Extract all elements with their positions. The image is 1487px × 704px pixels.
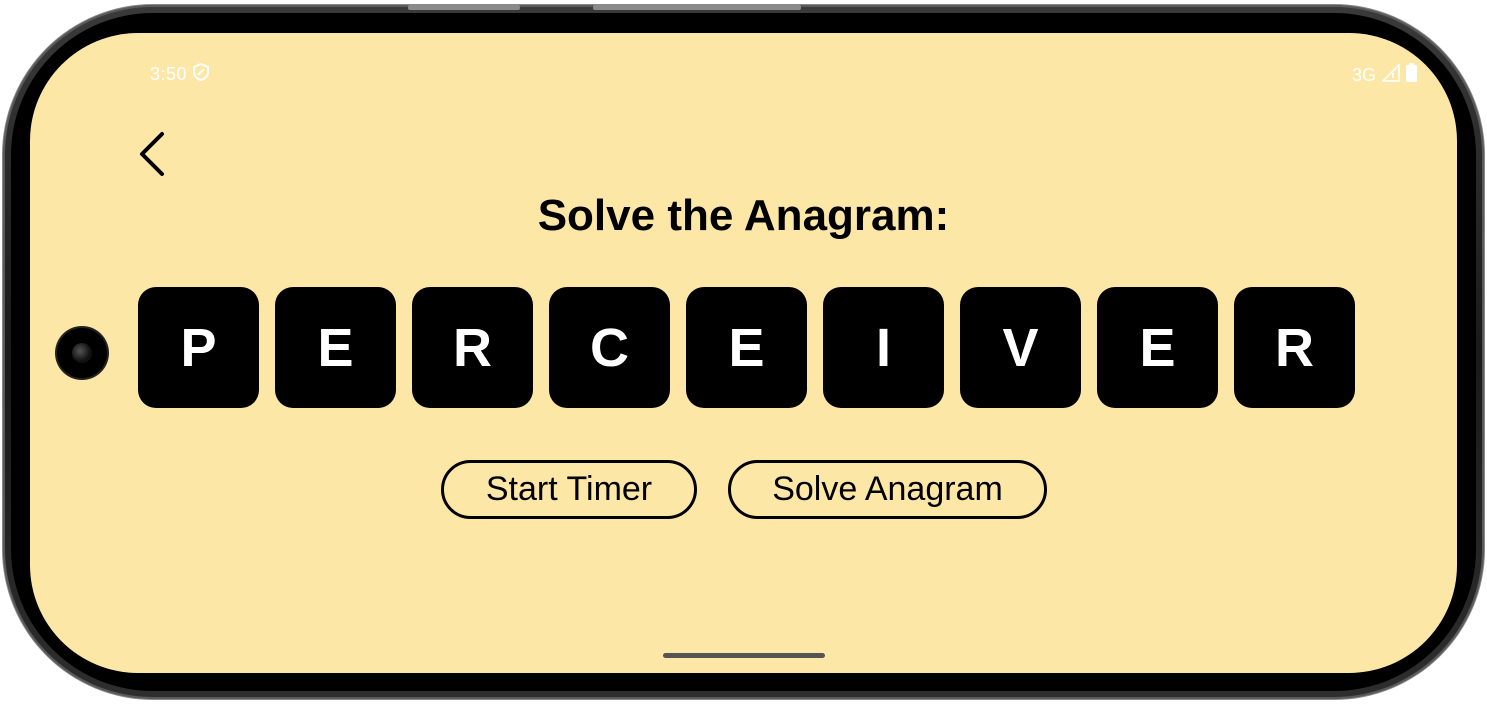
solve-anagram-button[interactable]: Solve Anagram [728, 460, 1047, 519]
home-indicator[interactable] [663, 653, 825, 658]
letter-tile: P [138, 287, 259, 408]
shield-icon [193, 62, 210, 86]
status-bar-right: 3G [1351, 62, 1417, 87]
start-timer-button[interactable]: Start Timer [441, 460, 697, 519]
letter-tile: R [1234, 287, 1355, 408]
letter-tile: E [275, 287, 396, 408]
app-screen: 3:50 3G Solve the Anagram: P E R C E I V… [30, 33, 1457, 673]
letter-tile: I [823, 287, 944, 408]
volume-button [408, 5, 520, 10]
letter-tile: E [1097, 287, 1218, 408]
network-label: 3G [1351, 64, 1376, 85]
status-time: 3:50 [150, 64, 188, 84]
page-title: Solve the Anagram: [537, 191, 950, 240]
camera-lens [72, 343, 92, 363]
signal-icon [1381, 62, 1400, 87]
front-camera [57, 328, 107, 378]
power-button [593, 5, 801, 10]
battery-icon [1406, 63, 1417, 87]
back-button[interactable] [130, 128, 174, 180]
letter-tile: C [549, 287, 670, 408]
letter-tiles: P E R C E I V E R [138, 287, 1355, 408]
letter-tile: R [412, 287, 533, 408]
letter-tile: V [960, 287, 1081, 408]
letter-tile: E [686, 287, 807, 408]
status-bar-left: 3:50 [150, 62, 210, 86]
chevron-left-icon [140, 132, 164, 176]
